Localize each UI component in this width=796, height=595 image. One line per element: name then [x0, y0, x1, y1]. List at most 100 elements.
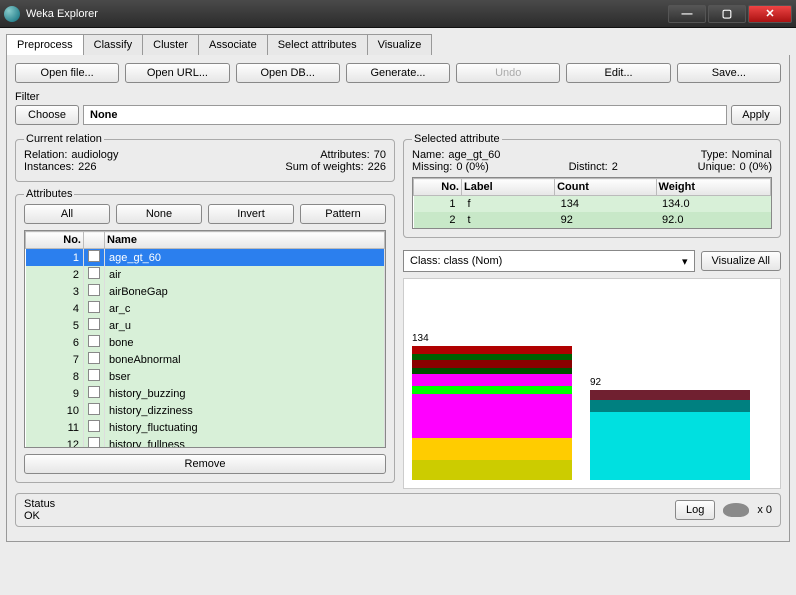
attr-row[interactable]: 7boneAbnormal	[26, 351, 385, 368]
toolbar: Open file... Open URL... Open DB... Gene…	[15, 63, 781, 83]
sumweights-label: Sum of weights:	[285, 161, 363, 173]
checkbox[interactable]	[88, 335, 100, 347]
filter-row: Choose None Apply	[15, 105, 781, 125]
open-url-button[interactable]: Open URL...	[125, 63, 229, 83]
histogram-bar: 92	[590, 377, 750, 480]
app-icon	[4, 6, 20, 22]
attr-name-label: Name:	[412, 149, 444, 161]
sumweights-value: 226	[368, 161, 386, 173]
weka-bird-icon	[723, 503, 749, 517]
apply-filter-button[interactable]: Apply	[731, 105, 781, 125]
checkbox[interactable]	[88, 352, 100, 364]
status-text: OK	[24, 510, 55, 522]
checkbox[interactable]	[88, 250, 100, 262]
class-value: Class: class (Nom)	[410, 255, 502, 267]
undo-button[interactable]: Undo	[456, 63, 560, 83]
checkbox[interactable]	[88, 284, 100, 296]
current-relation-panel: Current relation Relation: audiology Att…	[15, 133, 395, 182]
attr-row[interactable]: 4ar_c	[26, 300, 385, 317]
class-selector[interactable]: Class: class (Nom) ▾	[403, 250, 695, 272]
attributes-panel: Attributes All None Invert Pattern No. N…	[15, 188, 395, 483]
tab-classify[interactable]: Classify	[83, 34, 144, 55]
checkbox[interactable]	[88, 403, 100, 415]
relation-value: audiology	[71, 149, 118, 161]
main-panel: Open file... Open URL... Open DB... Gene…	[6, 55, 790, 542]
attr-row[interactable]: 12history_fullness	[26, 436, 385, 448]
window-buttons: — ▢ ✕	[666, 5, 792, 23]
vcol-label: Label	[462, 179, 555, 196]
window-title: Weka Explorer	[26, 8, 666, 20]
edit-button[interactable]: Edit...	[566, 63, 670, 83]
distinct-label: Distinct:	[569, 161, 608, 173]
missing-label: Missing:	[412, 161, 452, 173]
open-file-button[interactable]: Open file...	[15, 63, 119, 83]
close-button[interactable]: ✕	[748, 5, 792, 23]
attr-type-label: Type:	[701, 149, 728, 161]
checkbox[interactable]	[88, 386, 100, 398]
tab-associate[interactable]: Associate	[198, 34, 268, 55]
checkbox[interactable]	[88, 318, 100, 330]
titlebar: Weka Explorer — ▢ ✕	[0, 0, 796, 28]
instances-value: 226	[78, 161, 96, 173]
visualization-area: 13492	[403, 278, 781, 489]
values-table[interactable]: No. Label Count Weight 1f134134.02t9292.…	[412, 177, 772, 229]
checkbox[interactable]	[88, 301, 100, 313]
current-relation-legend: Current relation	[24, 133, 104, 145]
distinct-value: 2	[612, 161, 618, 173]
vcol-no: No.	[414, 179, 462, 196]
select-all-button[interactable]: All	[24, 204, 110, 224]
attr-name: age_gt_60	[448, 149, 500, 161]
checkbox[interactable]	[88, 267, 100, 279]
vcol-weight: Weight	[656, 179, 770, 196]
value-row[interactable]: 2t9292.0	[414, 212, 771, 228]
attr-type: Nominal	[732, 149, 772, 161]
tab-cluster[interactable]: Cluster	[142, 34, 199, 55]
save-button[interactable]: Save...	[677, 63, 781, 83]
unique-value: 0 (0%)	[740, 161, 772, 173]
relation-label: Relation:	[24, 149, 67, 161]
maximize-button[interactable]: ▢	[708, 5, 746, 23]
log-button[interactable]: Log	[675, 500, 715, 520]
attr-row[interactable]: 11history_fluctuating	[26, 419, 385, 436]
tab-select-attributes[interactable]: Select attributes	[267, 34, 368, 55]
attr-row[interactable]: 6bone	[26, 334, 385, 351]
vcol-count: Count	[555, 179, 656, 196]
checkbox[interactable]	[88, 437, 100, 448]
invert-button[interactable]: Invert	[208, 204, 294, 224]
checkbox[interactable]	[88, 369, 100, 381]
class-row: Class: class (Nom) ▾ Visualize All	[403, 250, 781, 272]
instances-label: Instances:	[24, 161, 74, 173]
status-legend: Status	[24, 498, 55, 510]
checkbox[interactable]	[88, 420, 100, 432]
attr-row[interactable]: 2air	[26, 266, 385, 283]
attributes-count-label: Attributes:	[320, 149, 370, 161]
unique-label: Unique:	[698, 161, 736, 173]
missing-value: 0 (0%)	[456, 161, 488, 173]
select-none-button[interactable]: None	[116, 204, 202, 224]
value-row[interactable]: 1f134134.0	[414, 196, 771, 213]
col-name: Name	[105, 232, 385, 249]
attr-row[interactable]: 3airBoneGap	[26, 283, 385, 300]
choose-filter-button[interactable]: Choose	[15, 105, 79, 125]
minimize-button[interactable]: —	[668, 5, 706, 23]
attr-row[interactable]: 1age_gt_60	[26, 249, 385, 267]
tab-visualize[interactable]: Visualize	[367, 34, 433, 55]
open-db-button[interactable]: Open DB...	[236, 63, 340, 83]
attr-row[interactable]: 9history_buzzing	[26, 385, 385, 402]
histogram-bar: 134	[412, 333, 572, 480]
filter-text[interactable]: None	[83, 105, 727, 125]
attributes-legend: Attributes	[24, 188, 74, 200]
attributes-table[interactable]: No. Name 1age_gt_602air3airBoneGap4ar_c5…	[24, 230, 386, 448]
attr-row[interactable]: 10history_dizziness	[26, 402, 385, 419]
visualize-all-button[interactable]: Visualize All	[701, 251, 782, 271]
tab-preprocess[interactable]: Preprocess	[6, 34, 84, 55]
generate-button[interactable]: Generate...	[346, 63, 450, 83]
col-no: No.	[26, 232, 84, 249]
attr-row[interactable]: 8bser	[26, 368, 385, 385]
remove-button[interactable]: Remove	[24, 454, 386, 474]
filter-label: Filter	[15, 91, 781, 103]
selected-attribute-panel: Selected attribute Name: age_gt_60 Type:…	[403, 133, 781, 238]
pattern-button[interactable]: Pattern	[300, 204, 386, 224]
attr-row[interactable]: 5ar_u	[26, 317, 385, 334]
selected-attr-legend: Selected attribute	[412, 133, 502, 145]
